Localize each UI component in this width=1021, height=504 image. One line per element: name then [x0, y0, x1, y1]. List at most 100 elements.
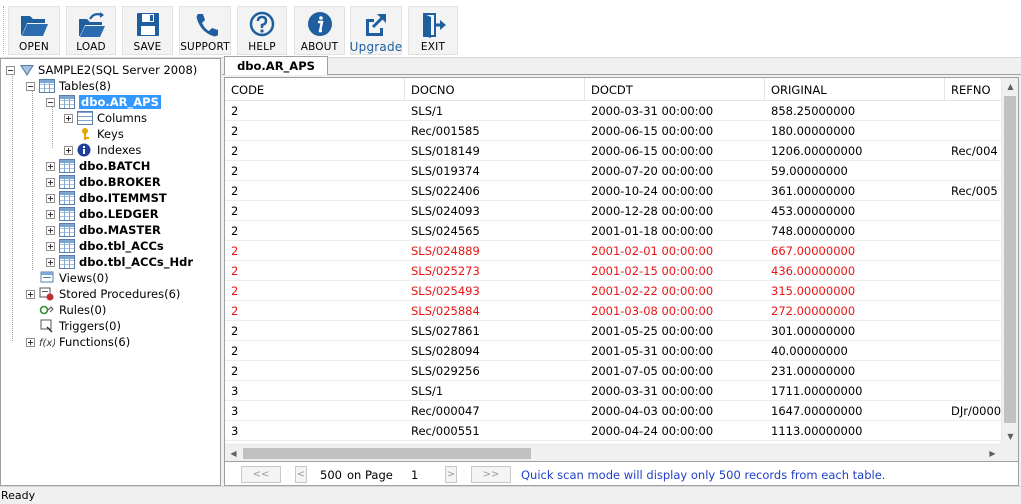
table-cell[interactable]: 272.00000000: [765, 301, 945, 321]
table-cell[interactable]: [945, 281, 1005, 301]
scroll-up-arrow[interactable]: ▲: [1002, 78, 1018, 95]
table-cell[interactable]: 2: [225, 361, 405, 381]
table-cell[interactable]: 2000-03-31 00:00:00: [585, 101, 765, 121]
horizontal-scroll-thumb[interactable]: [243, 448, 531, 459]
tree-node-views[interactable]: Views(0): [39, 270, 109, 286]
page-number-input[interactable]: [395, 466, 445, 483]
table-cell[interactable]: SLS/1: [405, 381, 585, 401]
table-cell[interactable]: [945, 261, 1005, 281]
scroll-down-arrow[interactable]: ▼: [1002, 428, 1018, 445]
tree-node-table[interactable]: dbo.BROKER: [46, 174, 161, 190]
table-cell[interactable]: SLS/029256: [405, 361, 585, 381]
table-row[interactable]: 2 SLS/025493 2001-02-22 00:00:00 315.000000…: [225, 281, 1001, 301]
table-cell[interactable]: 2000-12-28 00:00:00: [585, 201, 765, 221]
table-cell[interactable]: 2: [225, 281, 405, 301]
tree-node-table[interactable]: dbo.tbl_ACCs_Hdr: [46, 254, 193, 270]
table-cell[interactable]: 2001-07-05 00:00:00: [585, 361, 765, 381]
table-cell[interactable]: Rec/001585: [405, 121, 585, 141]
table-cell[interactable]: SLS/024565: [405, 221, 585, 241]
table-row[interactable]: 2 SLS/024093 2000-12-28 00:00:00 453.000000…: [225, 201, 1001, 221]
table-row[interactable]: 2 SLS/1 2000-03-31 00:00:00 858.25000000: [225, 101, 1001, 121]
table-cell[interactable]: SLS/022406: [405, 181, 585, 201]
expand-toggle[interactable]: [46, 161, 55, 171]
table-row[interactable]: 3 Rec/000047 2000-04-03 00:00:00 1647.00000…: [225, 401, 1001, 421]
exit-button[interactable]: EXIT: [408, 6, 458, 55]
help-button[interactable]: HELP: [237, 6, 287, 55]
table-cell[interactable]: 2000-07-20 00:00:00: [585, 161, 765, 181]
table-cell[interactable]: 2: [225, 101, 405, 121]
table-cell[interactable]: 2: [225, 241, 405, 261]
table-cell[interactable]: Rec/000047: [405, 401, 585, 421]
table-cell[interactable]: 2001-02-22 00:00:00: [585, 281, 765, 301]
column-header-docdt[interactable]: DOCDT: [585, 78, 765, 101]
tree-node-table[interactable]: dbo.ITEMMST: [46, 190, 167, 206]
tree-node-functions[interactable]: f(x) Functions(6): [26, 334, 130, 350]
table-cell[interactable]: SLS/024889: [405, 241, 585, 261]
table-cell[interactable]: 231.00000000: [765, 361, 945, 381]
table-row[interactable]: 3 SLS/1 2000-03-31 00:00:00 1711.00000000: [225, 381, 1001, 401]
table-cell[interactable]: 59.00000000: [765, 161, 945, 181]
table-cell[interactable]: 2: [225, 161, 405, 181]
table-cell[interactable]: [945, 101, 1005, 121]
upgrade-button[interactable]: Upgrade: [350, 6, 402, 55]
expand-toggle[interactable]: [26, 289, 35, 299]
table-cell[interactable]: SLS/025493: [405, 281, 585, 301]
expand-toggle[interactable]: [46, 257, 55, 267]
table-cell[interactable]: 2: [225, 141, 405, 161]
table-cell[interactable]: 315.00000000: [765, 281, 945, 301]
expand-toggle[interactable]: [46, 241, 55, 251]
table-cell[interactable]: SLS/024093: [405, 201, 585, 221]
table-cell[interactable]: Rec/000551: [405, 421, 585, 441]
table-cell[interactable]: 858.25000000: [765, 101, 945, 121]
collapse-toggle[interactable]: [46, 97, 55, 107]
table-cell[interactable]: 436.00000000: [765, 261, 945, 281]
table-cell[interactable]: 2001-03-08 00:00:00: [585, 301, 765, 321]
table-cell[interactable]: 2: [225, 261, 405, 281]
tree-node-tables[interactable]: Tables(8): [26, 78, 111, 94]
table-cell[interactable]: 2001-05-31 00:00:00: [585, 341, 765, 361]
tree-node-stored-procedures[interactable]: Stored Procedures(6): [26, 286, 180, 302]
vertical-scroll-thumb[interactable]: [1004, 96, 1016, 423]
table-cell[interactable]: 3: [225, 381, 405, 401]
next-page-button[interactable]: >: [445, 466, 457, 483]
scroll-left-arrow[interactable]: ◀: [225, 445, 242, 461]
tree-node-rules[interactable]: Rules(0): [39, 302, 106, 318]
table-cell[interactable]: 2: [225, 121, 405, 141]
table-cell[interactable]: SLS/025884: [405, 301, 585, 321]
load-button[interactable]: LOAD: [66, 6, 116, 55]
table-cell[interactable]: 3: [225, 421, 405, 441]
table-cell[interactable]: 2000-03-31 00:00:00: [585, 381, 765, 401]
tree-node-selected-table[interactable]: dbo.AR_APS: [46, 94, 161, 110]
table-row[interactable]: 2 SLS/027861 2001-05-25 00:00:00 301.000000…: [225, 321, 1001, 341]
table-cell[interactable]: 2000-04-24 00:00:00: [585, 421, 765, 441]
last-page-button[interactable]: >>: [471, 466, 511, 483]
table-cell[interactable]: 3: [225, 401, 405, 421]
column-header-original[interactable]: ORIGINAL: [765, 78, 945, 101]
table-cell[interactable]: 748.00000000: [765, 221, 945, 241]
table-cell[interactable]: [945, 341, 1005, 361]
collapse-toggle[interactable]: [26, 81, 35, 91]
table-row[interactable]: 2 SLS/028094 2001-05-31 00:00:00 40.0000000…: [225, 341, 1001, 361]
expand-toggle[interactable]: [64, 113, 73, 123]
table-cell[interactable]: Rec/005: [945, 181, 1005, 201]
table-cell[interactable]: 2: [225, 321, 405, 341]
table-cell[interactable]: SLS/028094: [405, 341, 585, 361]
table-row[interactable]: 2 SLS/018149 2000-06-15 00:00:00 1206.00000…: [225, 141, 1001, 161]
table-cell[interactable]: 1647.00000000: [765, 401, 945, 421]
first-page-button[interactable]: <<: [241, 466, 281, 483]
table-cell[interactable]: 2000-06-15 00:00:00: [585, 121, 765, 141]
table-cell[interactable]: 180.00000000: [765, 121, 945, 141]
table-cell[interactable]: [945, 301, 1005, 321]
table-row[interactable]: 3 Rec/000551 2000-04-24 00:00:00 1113.00000…: [225, 421, 1001, 441]
table-cell[interactable]: 2000-04-03 00:00:00: [585, 401, 765, 421]
collapse-toggle[interactable]: [6, 65, 15, 75]
table-cell[interactable]: 2001-02-15 00:00:00: [585, 261, 765, 281]
tree-node-table[interactable]: dbo.LEDGER: [46, 206, 159, 222]
tree-node-table[interactable]: dbo.tbl_ACCs: [46, 238, 164, 254]
table-cell[interactable]: [945, 421, 1005, 441]
table-cell[interactable]: 2001-05-25 00:00:00: [585, 321, 765, 341]
table-row[interactable]: 2 SLS/025273 2001-02-15 00:00:00 436.000000…: [225, 261, 1001, 281]
table-cell[interactable]: 453.00000000: [765, 201, 945, 221]
table-cell[interactable]: Rec/004: [945, 141, 1005, 161]
tree-node-keys[interactable]: Keys: [77, 126, 124, 142]
